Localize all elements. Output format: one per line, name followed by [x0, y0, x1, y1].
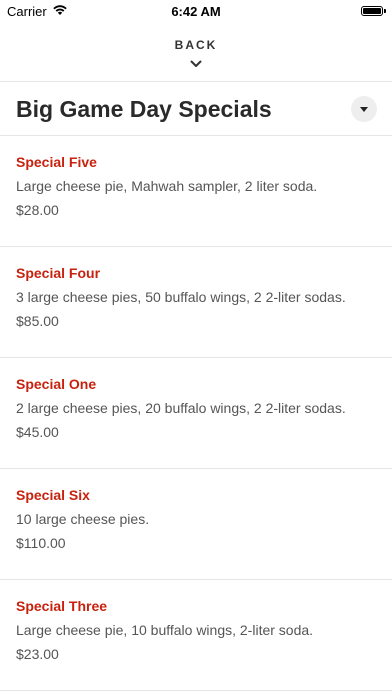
- special-price: $45.00: [16, 424, 59, 440]
- list-item[interactable]: Special Five Large cheese pie, Mahwah sa…: [0, 136, 392, 247]
- specials-list: Special Five Large cheese pie, Mahwah sa…: [0, 136, 392, 691]
- status-bar: Carrier 6:42 AM: [0, 0, 392, 22]
- section-header: Big Game Day Specials: [0, 82, 392, 136]
- special-price: $85.00: [16, 313, 59, 329]
- back-button[interactable]: BACK: [0, 34, 392, 74]
- special-price: $110.00: [16, 535, 66, 551]
- caret-down-icon: [360, 100, 368, 118]
- special-description: Large cheese pie, 10 buffalo wings, 2-li…: [16, 622, 314, 638]
- list-item[interactable]: Special Four 3 large cheese pies, 50 buf…: [0, 247, 392, 358]
- list-item[interactable]: Special One 2 large cheese pies, 20 buff…: [0, 358, 392, 469]
- special-price: $23.00: [16, 646, 59, 662]
- back-label: BACK: [174, 38, 218, 52]
- special-description: Large cheese pie, Mahwah sampler, 2 lite…: [16, 178, 318, 194]
- chevron-down-icon: [190, 55, 202, 73]
- list-item[interactable]: Special Three Large cheese pie, 10 buffa…: [0, 580, 392, 691]
- special-name: Special Six: [16, 487, 90, 503]
- special-name: Special Five: [16, 154, 97, 170]
- special-price: $28.00: [16, 202, 59, 218]
- page-title: Big Game Day Specials: [16, 95, 272, 122]
- status-time: 6:42 AM: [171, 4, 221, 19]
- special-description: 2 large cheese pies, 20 buffalo wings, 2…: [16, 400, 346, 416]
- category-dropdown-button[interactable]: [351, 96, 377, 122]
- special-description: 3 large cheese pies, 50 buffalo wings, 2…: [16, 289, 346, 305]
- list-item[interactable]: Special Six 10 large cheese pies. $110.0…: [0, 469, 392, 580]
- special-description: 10 large cheese pies.: [16, 511, 150, 527]
- special-name: Special One: [16, 376, 97, 392]
- special-name: Special Four: [16, 265, 101, 281]
- special-name: Special Three: [16, 598, 108, 614]
